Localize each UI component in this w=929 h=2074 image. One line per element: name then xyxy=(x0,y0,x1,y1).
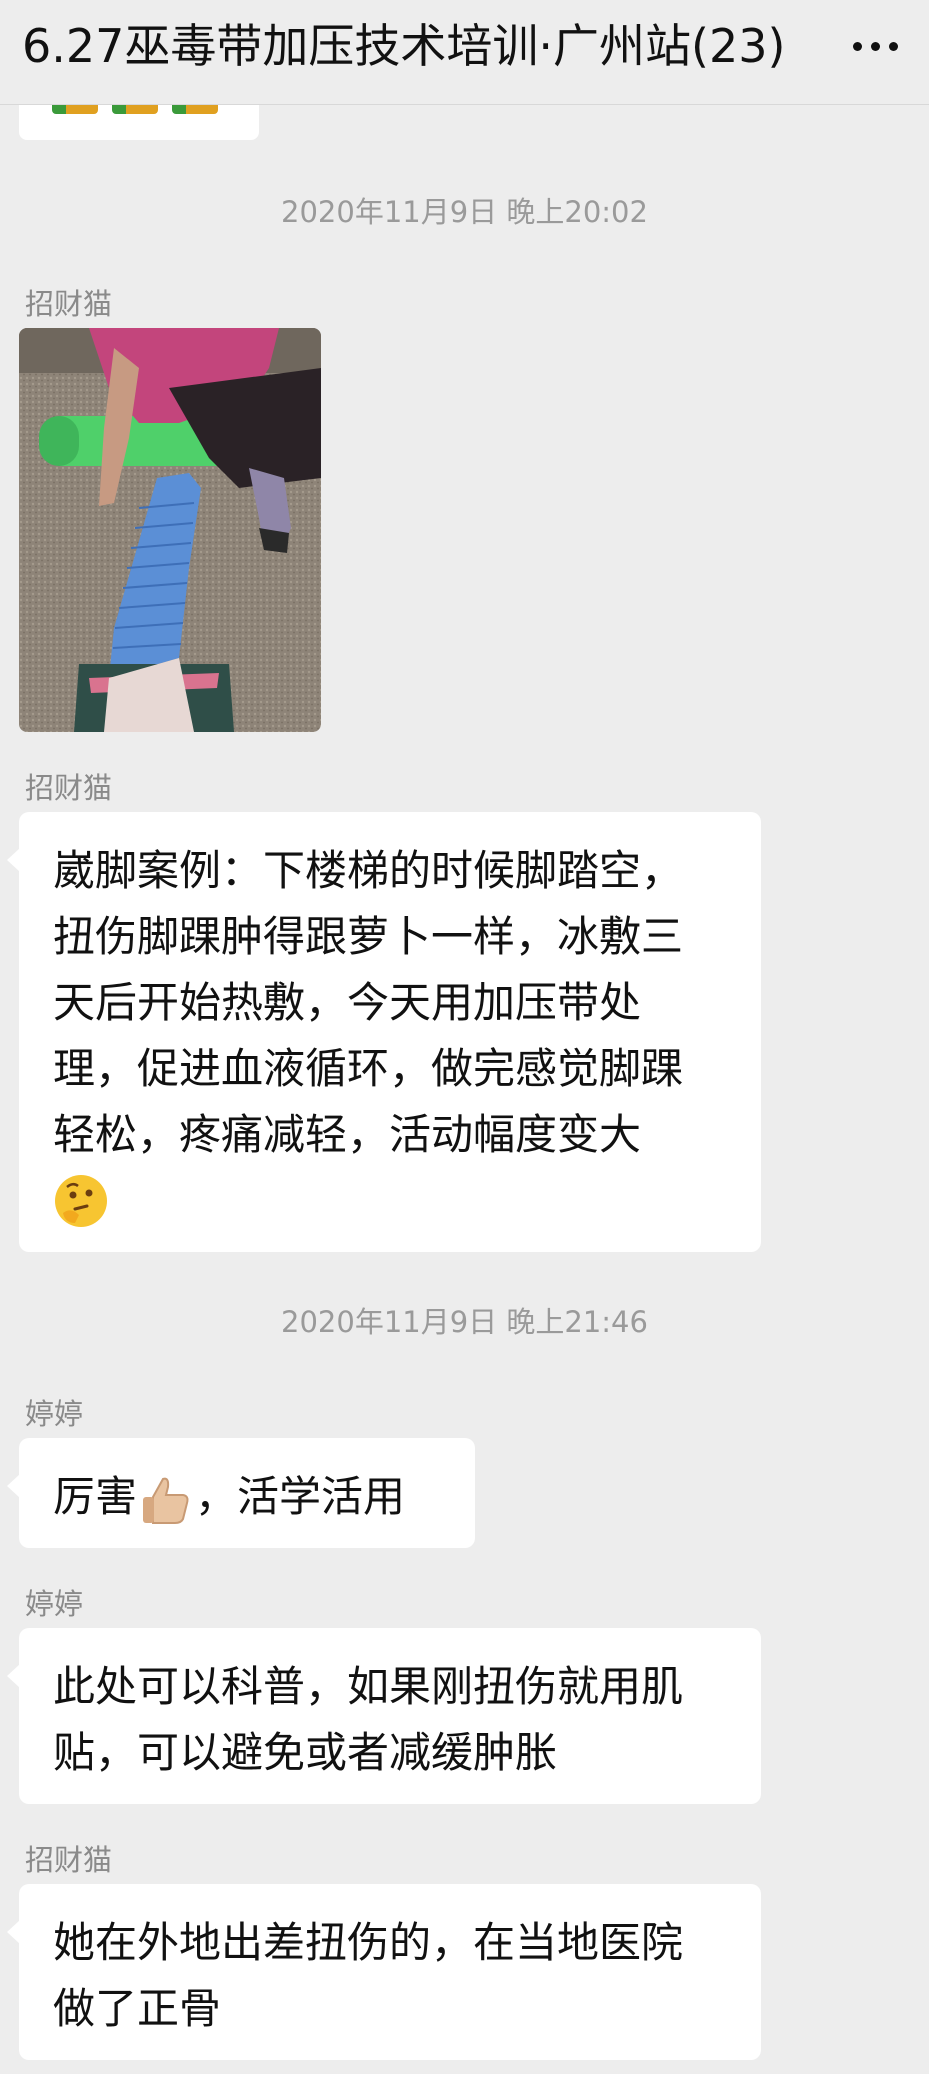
message-line: 理，促进血液循环，做完感觉脚踝 xyxy=(53,1044,684,1093)
sender-name: 招财猫 xyxy=(25,1843,113,1877)
message-line: 崴脚案例：下楼梯的时候脚踏空， xyxy=(53,846,684,895)
thinking-face-icon xyxy=(55,1175,107,1227)
chat-area: 2020年11月9日 晚上20:02 招财猫 招财猫 崴脚案例：下楼梯的时候脚踏… xyxy=(0,0,929,2074)
message-bubble[interactable]: 厉害 ，活学活用 xyxy=(7,1438,475,1548)
more-dot xyxy=(888,41,898,51)
more-dots-icon xyxy=(852,41,862,51)
more-options-button[interactable] xyxy=(839,18,911,74)
message-line: 天后开始热敷，今天用加压带处 xyxy=(53,978,642,1027)
message-bubble[interactable]: 此处可以科普，如果刚扭伤就用肌 贴，可以避免或者减缓肿胀 xyxy=(7,1628,761,1804)
message-line: 贴，可以避免或者减缓肿胀 xyxy=(53,1728,558,1777)
chat-header: 6.27巫毒带加压技术培训·广州站(23) xyxy=(0,0,929,105)
sender-name: 招财猫 xyxy=(25,287,113,321)
message-line: 此处可以科普，如果刚扭伤就用肌 xyxy=(53,1662,684,1711)
message-bubble[interactable]: 崴脚案例：下楼梯的时候脚踏空， 扭伤脚踝肿得跟萝卜一样，冰敷三 天后开始热敷，今… xyxy=(7,812,761,1252)
chat-title: 6.27巫毒带加压技术培训·广州站(23) xyxy=(22,19,786,73)
sender-name: 招财猫 xyxy=(25,771,113,805)
timestamp: 2020年11月9日 晚上20:02 xyxy=(281,195,648,229)
message-text: 厉害 xyxy=(53,1472,138,1521)
message-line: 她在外地出差扭伤的，在当地医院 xyxy=(53,1918,684,1967)
message-line: 扭伤脚踝肿得跟萝卜一样，冰敷三 xyxy=(53,912,684,961)
more-dot xyxy=(870,41,880,51)
message-photo[interactable] xyxy=(19,328,321,732)
message-line: 轻松，疼痛减轻，活动幅度变大 xyxy=(53,1110,642,1159)
photo-image xyxy=(19,328,321,732)
sender-name: 婷婷 xyxy=(25,1587,84,1621)
timestamp: 2020年11月9日 晚上21:46 xyxy=(281,1305,648,1339)
thumbs-up-icon xyxy=(143,1477,189,1524)
sender-name: 婷婷 xyxy=(25,1397,84,1431)
message-text: ，活学活用 xyxy=(195,1472,406,1521)
message-line: 做了正骨 xyxy=(53,1984,222,2033)
message-bubble[interactable]: 她在外地出差扭伤的，在当地医院 做了正骨 xyxy=(7,1884,761,2060)
